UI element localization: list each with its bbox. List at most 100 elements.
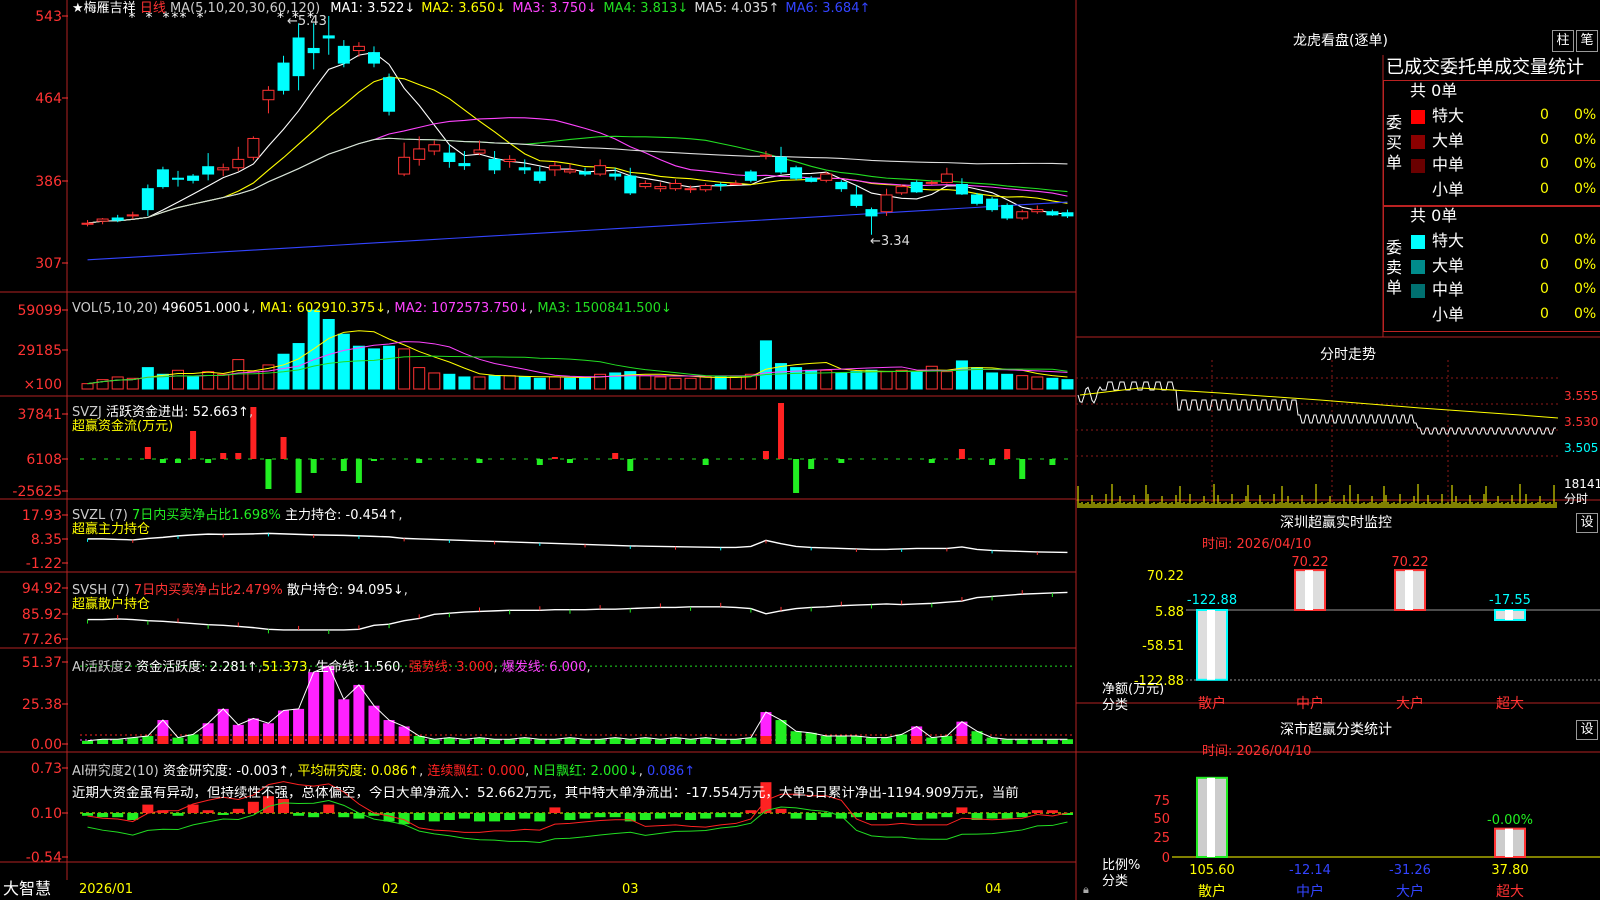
- ai3-v1: -0.003↑: [236, 764, 290, 779]
- monitor-bar-label: -17.55: [1489, 593, 1531, 608]
- ai2-v1: 2.281↑: [209, 660, 258, 675]
- ai2-bar-base: [323, 736, 335, 744]
- monitor-category: 大户: [1396, 695, 1424, 712]
- period-label[interactable]: 日线: [140, 1, 166, 16]
- price-axis-tick: 386: [35, 174, 62, 190]
- ai2-bar: [624, 739, 636, 744]
- monitor-axis-tick: 70.22: [1147, 569, 1184, 584]
- ai2-bar-base: [157, 736, 169, 744]
- ai2-bar: [549, 739, 561, 744]
- ai3-green-line: [87, 800, 1068, 844]
- candle-body: [81, 222, 94, 225]
- ai3-bar: [820, 813, 832, 818]
- ai2-bar-base: [368, 736, 380, 744]
- order-color-swatch: [1411, 259, 1425, 274]
- ai2-bar: [926, 737, 938, 744]
- vol-axis-tick: 59099: [17, 303, 62, 319]
- order-color-swatch: [1411, 134, 1425, 149]
- ai3-bar: [941, 813, 953, 818]
- candle-body: [141, 188, 154, 211]
- svzj-bar: [174, 459, 181, 463]
- order-color-swatch: [1411, 159, 1425, 173]
- candle-body: [503, 158, 516, 162]
- ai2-bar: [489, 739, 501, 744]
- svzj-bar: [627, 459, 634, 471]
- bar-mode-button[interactable]: 柱: [1552, 30, 1574, 52]
- monitor-bar-shine: [1305, 570, 1313, 610]
- candle-body: [428, 144, 441, 152]
- volume-bar: [714, 376, 727, 390]
- ai3-bar: [428, 813, 440, 822]
- stock-name[interactable]: 梅雁吉祥: [84, 1, 136, 16]
- right-title: 龙虎看盘(逐单): [1293, 33, 1388, 49]
- app-logo: 大智慧: [3, 879, 52, 898]
- vol-ma3: MA3: 1500841.500↓: [537, 301, 672, 316]
- trade-mode-button[interactable]: 笔: [1576, 30, 1598, 52]
- candle-body: [639, 182, 652, 188]
- ai3-t4: N日飘红:: [533, 764, 587, 779]
- classify-settings-button[interactable]: 设: [1576, 720, 1598, 740]
- volume-bar: [1001, 373, 1014, 390]
- candle-body: [443, 152, 456, 162]
- monitor-settings-button[interactable]: 设: [1576, 513, 1598, 533]
- ai2-bar: [835, 736, 847, 744]
- ai3-bar: [805, 813, 817, 820]
- volume-bar: [729, 376, 742, 390]
- volume-bar: [111, 376, 124, 390]
- ai2-bar: [443, 737, 455, 744]
- candle-body: [1001, 204, 1014, 219]
- ai3-bar: [715, 813, 727, 818]
- ai2-bar: [805, 732, 817, 744]
- candle-body: [307, 47, 320, 54]
- price-axis-tick: 543: [35, 9, 62, 25]
- date-tick-0: 2026/01: [79, 882, 134, 897]
- candle-body: [835, 181, 848, 190]
- candle-body: [171, 177, 184, 180]
- svzj-bar: [762, 451, 769, 459]
- svzj-bar: [612, 453, 619, 459]
- ai2-bar: [850, 736, 862, 744]
- ai3-t2: 平均研究度:: [297, 764, 367, 779]
- svzj-bar: [1019, 459, 1026, 479]
- monitor-axis-tick: 5.88: [1155, 605, 1184, 620]
- lock-icon[interactable]: 🔒︎: [1083, 882, 1089, 897]
- order-row-label: 特大: [1432, 106, 1465, 125]
- svzj-bar: [808, 459, 815, 469]
- order-row-label: 中单: [1432, 280, 1465, 299]
- monitor-bar-label: 70.22: [1391, 555, 1428, 570]
- candle-body: [850, 194, 863, 206]
- intraday-title: 分时走势: [1320, 347, 1376, 363]
- candle-body: [262, 89, 275, 101]
- classify-top-label: -0.00%: [1487, 813, 1533, 828]
- ai3-bar: [232, 808, 244, 813]
- svzj-bar: [340, 459, 347, 471]
- volume-bar: [865, 369, 878, 390]
- intraday-price-3: 3.505: [1564, 441, 1599, 455]
- ai2-bar: [579, 739, 591, 744]
- svzj-bar: [416, 459, 423, 463]
- ai2-bar-base: [308, 736, 320, 744]
- ai3-bar: [413, 813, 425, 820]
- svzj-bar: [355, 459, 362, 483]
- order-row-count: 0: [1540, 232, 1549, 248]
- buy-side-label: 委买单: [1386, 113, 1403, 172]
- date-tick-2: 03: [622, 882, 639, 897]
- svzj-bar: [702, 459, 709, 465]
- volume-bar: [1046, 377, 1059, 390]
- classify-category: 大户: [1396, 883, 1424, 900]
- ai3-bar: [202, 810, 214, 813]
- ai2-bar: [187, 734, 199, 744]
- order-row-label: 大单: [1432, 255, 1465, 275]
- ai2-bar-base: [232, 736, 244, 744]
- ma-legend: MA1: 3.522↓ MA2: 3.650↓ MA3: 3.750↓ MA4: 3.…: [324, 1, 870, 16]
- candle-body: [986, 198, 999, 211]
- volume-bar: [880, 371, 893, 390]
- candle-body: [654, 186, 667, 190]
- ai2-bar: [534, 739, 546, 744]
- monitor-time: 时间: 2026/04/10: [1202, 537, 1312, 552]
- candle-body: [458, 163, 471, 167]
- volume-bar: [307, 309, 320, 390]
- svzj-bar: [295, 459, 302, 493]
- order-row-count: 0: [1540, 180, 1549, 197]
- ai3-bar: [790, 813, 802, 819]
